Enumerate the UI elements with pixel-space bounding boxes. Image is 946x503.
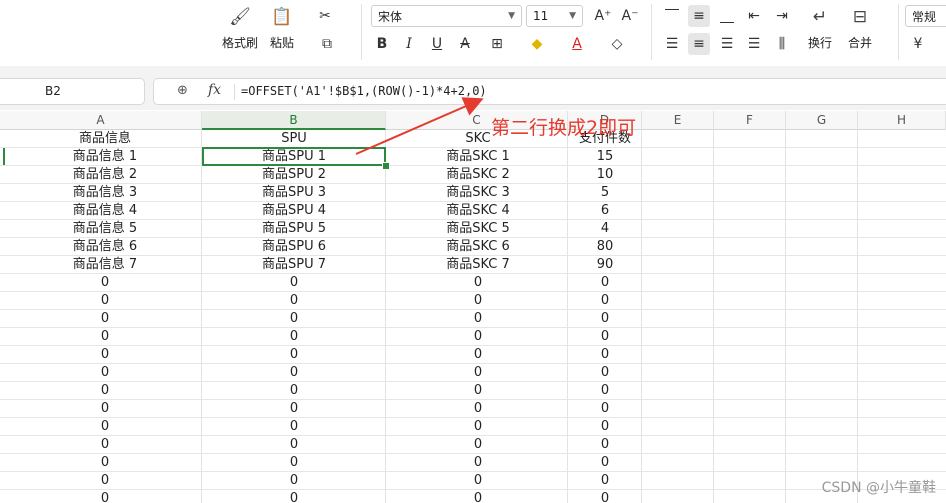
annotation-arrow — [355, 97, 484, 155]
annotation-text: 第二行换成2即可 — [491, 117, 637, 139]
watermark: CSDN @小牛童鞋 — [821, 480, 936, 496]
